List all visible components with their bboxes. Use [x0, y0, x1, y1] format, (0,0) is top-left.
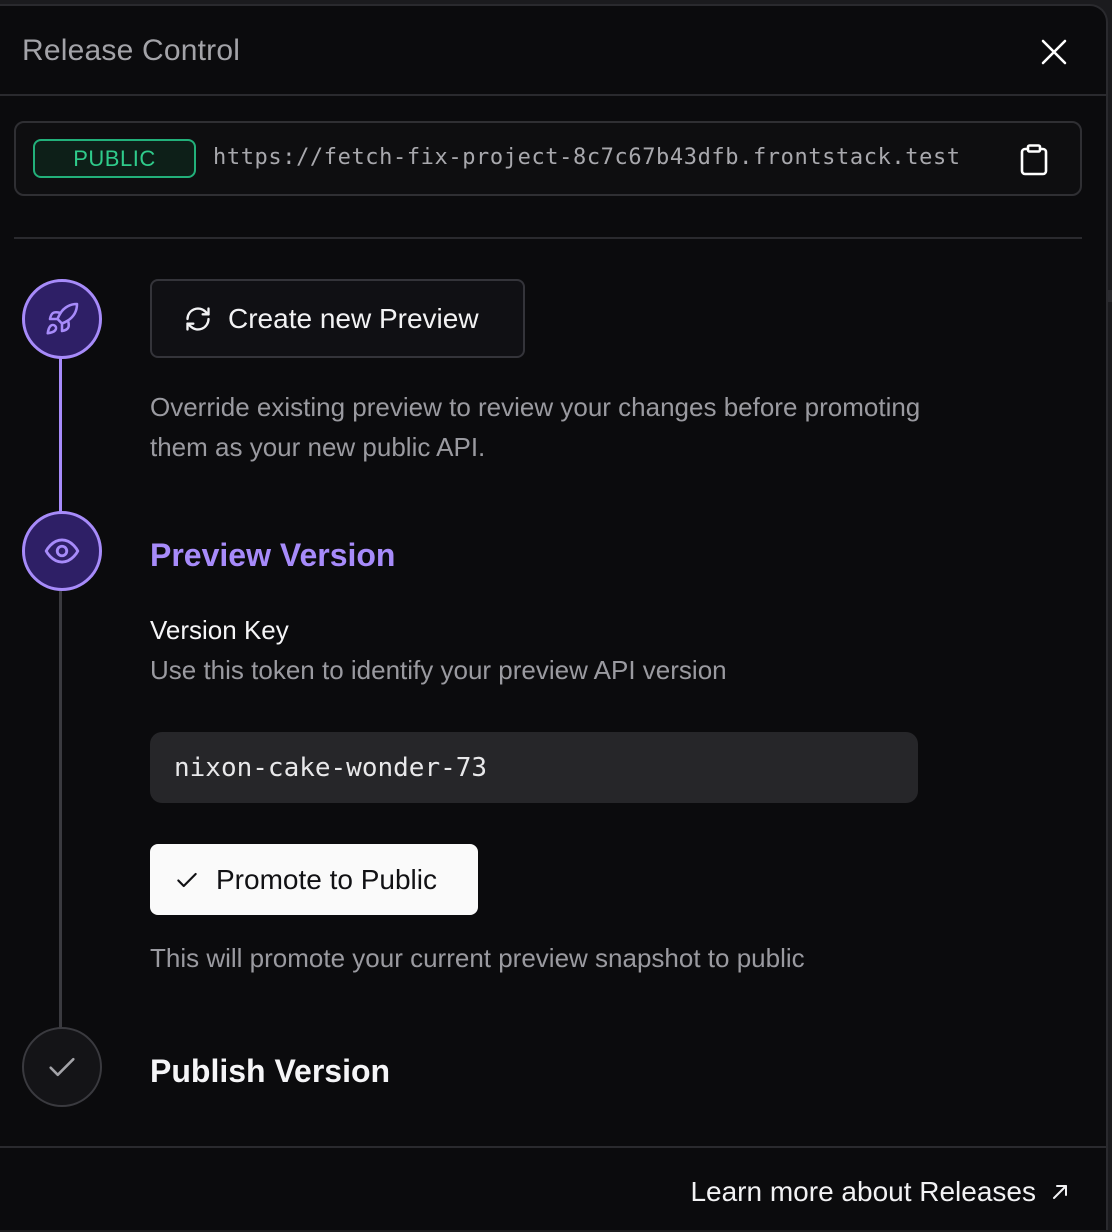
release-control-panel: Release Control PUBLIC https://fetch-fix…: [0, 4, 1108, 1230]
create-preview-button[interactable]: Create new Preview: [150, 279, 525, 358]
promote-label: Promote to Public: [216, 863, 437, 895]
version-key-help: Use this token to identify your preview …: [150, 655, 727, 685]
learn-more-label: Learn more about Releases: [690, 1176, 1036, 1207]
clipboard-icon: [1020, 144, 1048, 176]
panel-footer: Learn more about Releases: [0, 1146, 1106, 1232]
panel-title: Release Control: [22, 34, 241, 67]
step-preview-indicator: [22, 511, 102, 591]
scrollbar-edge: [1108, 290, 1112, 302]
timeline-connector-inactive: [59, 591, 62, 1031]
rocket-icon: [46, 302, 79, 335]
learn-more-link[interactable]: Learn more about Releases: [690, 1176, 1070, 1208]
close-icon: [1041, 39, 1067, 65]
create-preview-label: Create new Preview: [228, 302, 479, 334]
step-publish-indicator: [22, 1027, 102, 1107]
public-badge: PUBLIC: [33, 139, 196, 178]
timeline-connector-active: [59, 358, 62, 518]
version-key-label: Version Key: [150, 615, 289, 645]
create-preview-description: Override existing preview to review your…: [150, 387, 920, 467]
publish-version-heading: Publish Version: [150, 1053, 391, 1089]
create-description-line2: them as your new public API.: [150, 432, 486, 462]
arrow-up-right-icon: [1053, 1185, 1067, 1199]
refresh-icon: [186, 306, 210, 331]
promote-help: This will promote your current preview s…: [150, 943, 805, 973]
public-url-bar: PUBLIC https://fetch-fix-project-8c7c67b…: [14, 121, 1082, 196]
create-description-line1: Override existing preview to review your…: [150, 392, 921, 422]
version-key-field[interactable]: [150, 732, 918, 803]
preview-version-heading: Preview Version: [150, 537, 396, 573]
close-button[interactable]: [1034, 32, 1074, 72]
check-icon: [177, 872, 197, 887]
copy-url-button[interactable]: [1016, 141, 1052, 179]
step-create-indicator: [22, 279, 102, 359]
eye-icon: [44, 538, 80, 564]
public-url[interactable]: https://fetch-fix-project-8c7c67b43dfb.f…: [213, 145, 961, 170]
promote-to-public-button[interactable]: Promote to Public: [150, 844, 478, 915]
panel-header: Release Control: [0, 6, 1106, 96]
section-divider: [14, 237, 1082, 239]
check-icon: [49, 1057, 75, 1077]
